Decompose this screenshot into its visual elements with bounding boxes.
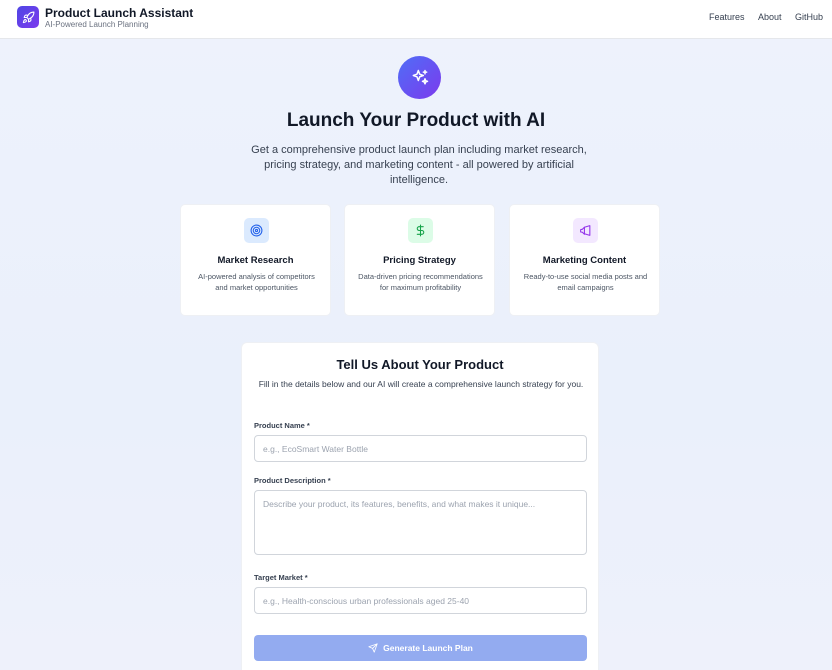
nav-link-about[interactable]: About [758, 12, 782, 22]
target-icon [250, 224, 263, 237]
hero-title: Launch Your Product with AI [286, 110, 546, 131]
feature-title: Market Research [217, 255, 294, 266]
feature-card-marketing-content: Marketing Content Ready-to-use social me… [509, 204, 660, 316]
feature-card-pricing-strategy: Pricing Strategy Data-driven pricing rec… [344, 204, 495, 316]
feature-description: Data-driven pricing recommendations for … [358, 272, 483, 292]
form-title: Tell Us About Your Product [336, 357, 504, 372]
app-subtitle: AI-Powered Launch Planning [45, 20, 149, 29]
top-header: Product Launch Assistant AI-Powered Laun… [0, 0, 832, 39]
hero-badge [398, 56, 441, 99]
product-form: Tell Us About Your Product Fill in the d… [241, 342, 599, 670]
target-market-input[interactable] [254, 587, 587, 614]
dollar-icon [414, 224, 427, 237]
product-description-label: Product Description * [254, 476, 331, 485]
nav-link-github[interactable]: GitHub [795, 12, 823, 22]
product-name-label: Product Name * [254, 421, 310, 430]
feature-card-market-research: Market Research AI-powered analysis of c… [180, 204, 331, 316]
product-name-input[interactable] [254, 435, 587, 462]
generate-button-label: Generate Launch Plan [383, 643, 473, 653]
feature-icon-wrap [408, 218, 433, 243]
feature-description: AI-powered analysis of competitors and m… [198, 272, 315, 292]
hero-description: Get a comprehensive product launch plan … [251, 144, 587, 186]
feature-icon-wrap [573, 218, 598, 243]
sparkles-icon [410, 68, 430, 88]
app-title: Product Launch Assistant [45, 6, 194, 20]
feature-title: Pricing Strategy [383, 255, 456, 266]
product-description-textarea[interactable] [254, 490, 587, 555]
nav-link-features[interactable]: Features [709, 12, 745, 22]
megaphone-icon [579, 224, 592, 237]
feature-description: Ready-to-use social media posts and emai… [523, 272, 648, 292]
app-logo[interactable] [17, 6, 39, 28]
feature-title: Marketing Content [542, 255, 627, 266]
send-icon [368, 643, 378, 653]
rocket-icon [22, 11, 35, 24]
target-market-label: Target Market * [254, 573, 308, 582]
feature-icon-wrap [244, 218, 269, 243]
form-description: Fill in the details below and our AI wil… [258, 379, 584, 389]
generate-launch-plan-button[interactable]: Generate Launch Plan [254, 635, 587, 661]
